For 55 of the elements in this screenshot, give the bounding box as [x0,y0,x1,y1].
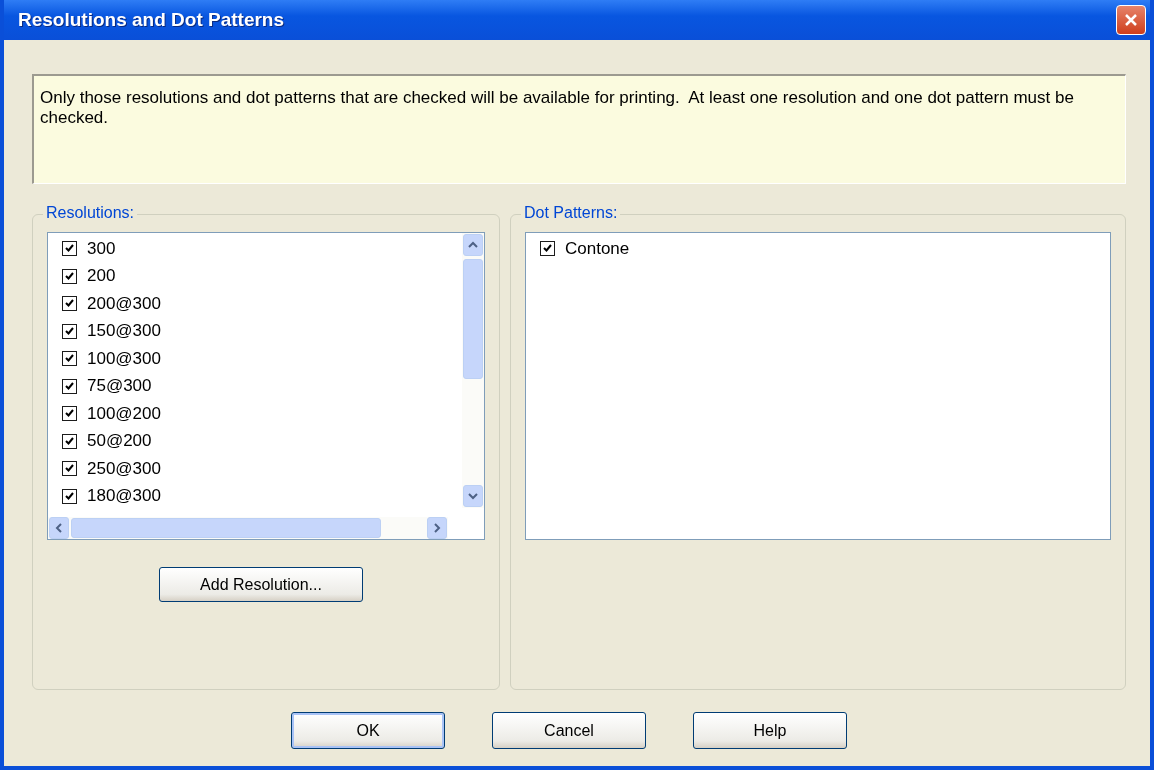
check-icon [65,326,74,336]
scroll-thumb[interactable] [71,518,381,538]
chevron-icon [468,491,478,501]
check-icon [65,271,74,281]
item-label: 100@300 [87,348,161,369]
check-icon [65,299,74,309]
dialog-button[interactable]: Cancel [492,712,646,749]
item-label: 150@300 [87,321,161,342]
item-label: 50@200 [87,431,152,452]
item-label: 300 [87,238,116,259]
vertical-scrollbar[interactable] [462,233,484,508]
scroll-thumb[interactable] [463,259,483,379]
checkbox[interactable] [62,351,77,367]
checkbox[interactable] [62,461,77,477]
item-label: 250@300 [87,458,161,479]
checkbox[interactable] [540,241,555,257]
checkbox[interactable] [62,296,77,312]
check-icon [543,244,552,254]
item-label: Contone [565,238,630,259]
scroll-left-icon[interactable] [49,517,69,539]
chevron-icon [468,240,478,250]
item-label: 180@300 [87,486,161,507]
dialog-button[interactable]: Help [693,712,847,749]
item-label: 200@300 [87,293,161,314]
check-icon [65,381,74,391]
checkbox[interactable] [62,488,77,504]
check-icon [65,436,74,446]
scroll-down-icon[interactable] [463,485,483,507]
resolutions-list[interactable]: 300 200 200@300 150@300 100@300 75@300 100@200 50@200 250@300 180@300 [47,232,485,540]
info-text: Only those resolutions and dot patterns that are checked will be available for printing. At least one resolution and one dot pattern must be checked. [32,74,1126,184]
item-label: 200 [87,266,116,287]
close-button[interactable] [1116,5,1146,35]
checkbox[interactable] [62,241,77,257]
window-title: Resolutions and Dot Patterns [18,9,285,31]
check-icon [65,409,74,419]
check-icon [65,464,74,474]
scroll-up-icon[interactable] [463,234,483,256]
scroll-right-icon[interactable] [427,517,447,539]
checkbox[interactable] [62,406,77,422]
item-label: 100@200 [87,403,161,424]
checkbox[interactable] [62,378,77,394]
dialog-button[interactable]: OK [291,712,445,749]
check-icon [65,354,74,364]
check-icon [65,491,74,501]
chevron-icon [54,523,64,533]
checkbox[interactable] [62,268,77,284]
add-resolution-button[interactable]: Add Resolution... [159,567,363,602]
checkbox[interactable] [62,323,77,339]
check-icon [65,244,74,254]
dot-patterns-list[interactable]: Contone [525,232,1111,540]
chevron-icon [432,523,442,533]
close-icon [1123,12,1139,28]
horizontal-scrollbar[interactable] [48,517,448,539]
item-label: 75@300 [87,376,152,397]
checkbox[interactable] [62,433,77,449]
